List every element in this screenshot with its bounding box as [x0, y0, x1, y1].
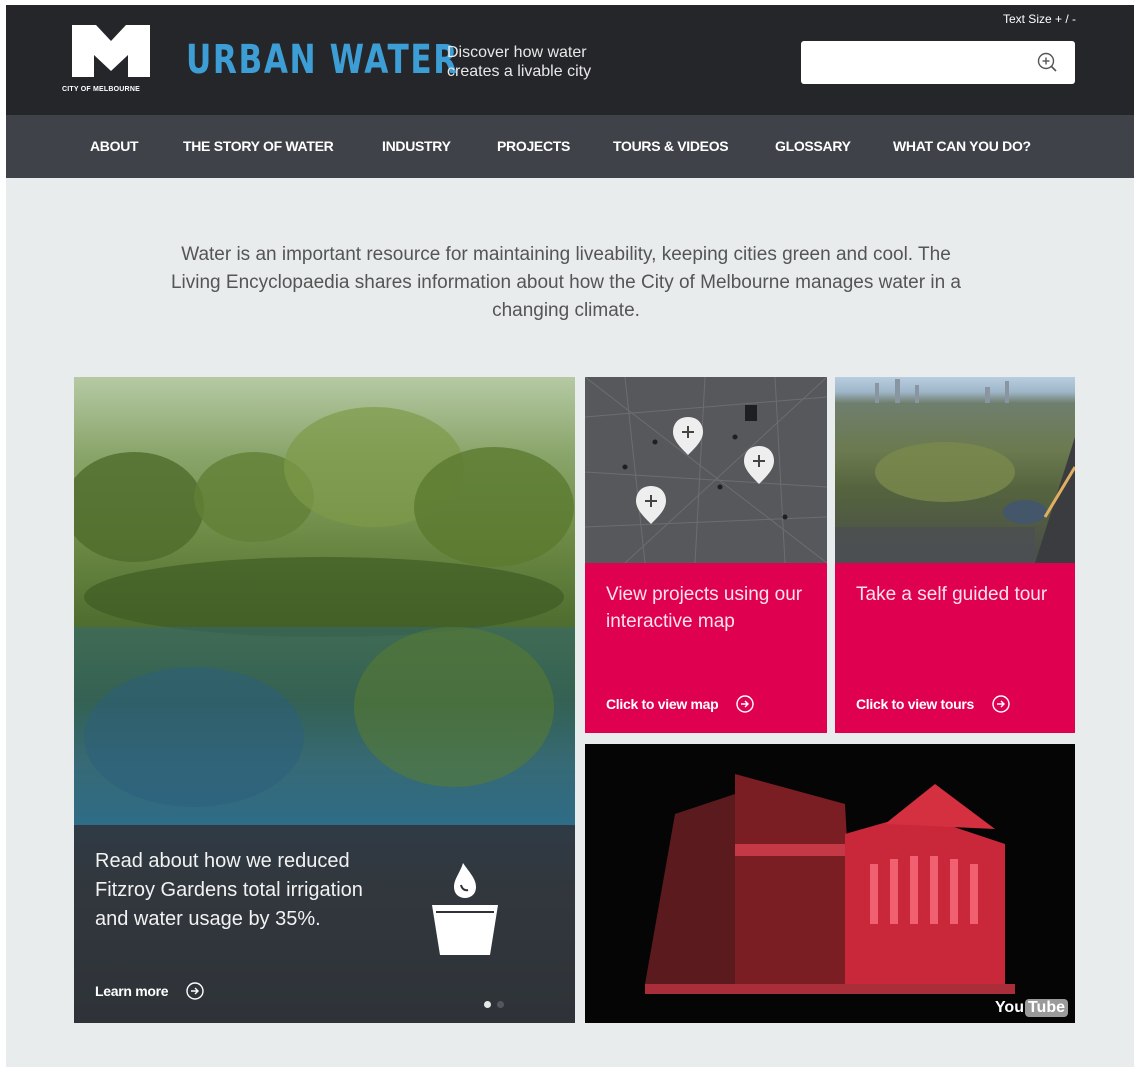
tagline: Discover how water creates a livable cit…	[447, 44, 592, 80]
slide-dot-active[interactable]	[484, 1001, 491, 1008]
logo-caption: CITY OF MELBOURNE	[62, 86, 140, 93]
brand-title[interactable]: URBAN WATER	[186, 40, 459, 80]
city-of-melbourne-logo[interactable]	[72, 25, 150, 77]
feature-overlay: Read about how we reduced Fitzroy Garden…	[74, 825, 575, 1023]
nav-item-what-can-you-do[interactable]: WHAT CAN YOU DO?	[893, 115, 1031, 178]
video-tile[interactable]: You Tube	[585, 744, 1075, 1023]
search-zoom-icon[interactable]	[1036, 51, 1058, 73]
view-tours-link[interactable]: Click to view tours	[856, 695, 1010, 713]
learn-more-link[interactable]: Learn more	[95, 982, 204, 1000]
melbourne-aerial-photo	[835, 377, 1075, 563]
main-nav: ABOUT THE STORY OF WATER INDUSTRY PROJEC…	[6, 115, 1134, 178]
candle-icon	[432, 863, 498, 955]
page-frame: CITY OF MELBOURNE URBAN WATER Discover h…	[6, 5, 1134, 1067]
view-map-label: Click to view map	[606, 696, 719, 712]
fitzroy-gardens-photo	[74, 407, 575, 827]
feature-tile[interactable]: Read about how we reduced Fitzroy Garden…	[74, 377, 575, 1023]
slide-dot[interactable]	[497, 1001, 504, 1008]
slide-dots	[484, 995, 510, 1013]
circle-arrow-right-icon	[736, 695, 754, 713]
map-tile[interactable]: View projects using our interactive map …	[585, 377, 827, 733]
intro-text: Water is an important resource for maint…	[170, 244, 961, 321]
text-size-control[interactable]: Text Size + / -	[1003, 12, 1076, 26]
learn-more-label: Learn more	[95, 983, 169, 999]
nav-item-projects[interactable]: PROJECTS	[497, 115, 570, 178]
nav-item-about[interactable]: ABOUT	[90, 115, 139, 178]
nav-item-industry[interactable]: INDUSTRY	[382, 115, 451, 178]
circle-arrow-right-icon	[991, 695, 1010, 713]
city-map-image	[585, 377, 827, 563]
search-input[interactable]	[811, 41, 1031, 82]
site-header: CITY OF MELBOURNE URBAN WATER Discover h…	[6, 5, 1134, 115]
view-tours-label: Click to view tours	[856, 696, 974, 712]
nav-item-story-of-water[interactable]: THE STORY OF WATER	[183, 115, 334, 178]
tour-tile-title: Take a self guided tour	[856, 584, 1048, 605]
nav-item-glossary[interactable]: GLOSSARY	[775, 115, 851, 178]
nav-item-tours-videos[interactable]: TOURS & VIDEOS	[613, 115, 729, 178]
map-tile-title: View projects using our interactive map	[606, 584, 803, 632]
town-hall-projection-video	[585, 744, 1075, 1023]
feature-text: Read about how we reduced Fitzroy Garden…	[95, 850, 363, 930]
youtube-logo[interactable]: You Tube	[995, 999, 1068, 1017]
youtube-logo-you: You	[994, 999, 1024, 1016]
circle-arrow-right-icon	[186, 982, 204, 1000]
youtube-logo-tube: Tube	[1024, 999, 1068, 1017]
search-box	[801, 41, 1075, 84]
tour-tile[interactable]: Take a self guided tour Click to view to…	[835, 377, 1075, 733]
view-map-link[interactable]: Click to view map	[606, 695, 754, 713]
